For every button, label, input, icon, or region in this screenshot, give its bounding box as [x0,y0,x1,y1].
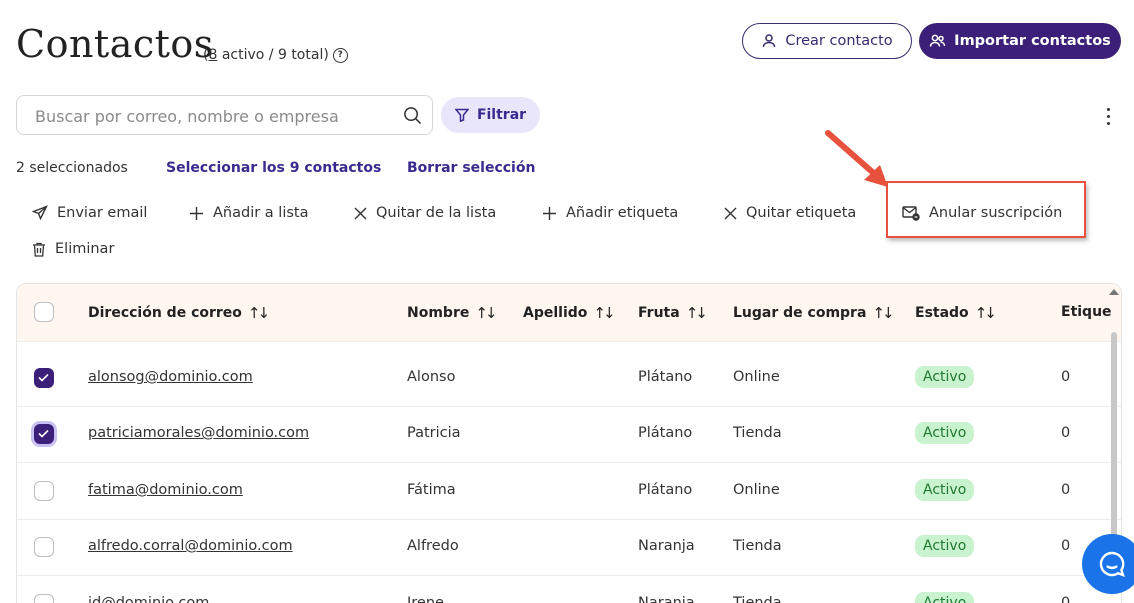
row-checkbox[interactable] [34,594,54,603]
page-title: Contactos [16,22,214,66]
search-box [16,95,433,136]
column-nombre[interactable]: Nombre ↑↓ [407,304,498,322]
remove-from-list-action[interactable]: Quitar de la lista [354,205,496,221]
nombre-cell: Patricia [407,425,461,441]
table-row[interactable]: id@dominio.com Irene Naranja Tienda 0 Activo [17,576,1121,603]
send-icon [32,205,48,221]
scroll-thumb[interactable] [1111,332,1117,552]
sort-icon[interactable]: ↑↓ [872,304,894,322]
filter-button[interactable]: Filtrar [441,97,540,133]
table-row[interactable]: fatima@dominio.com Fátima Plátano Online 0 Ac… [17,463,1121,520]
import-contacts-button[interactable]: Importar contactos [919,23,1121,59]
x-icon [724,207,737,219]
status-badge: Activo [915,422,975,444]
email-link[interactable]: alonsog@dominio.com [88,369,253,385]
lugar-cell: Online [733,482,780,498]
column-estado[interactable]: Estado ↑↓ [915,304,997,322]
users-icon [929,34,946,47]
nombre-cell: Alfredo [407,538,459,554]
column-etiquetas[interactable]: Etique [1061,304,1112,320]
column-email[interactable]: Dirección de correo ↑↓ [88,304,270,322]
table-row[interactable]: alfredo.corral@dominio.com Alfredo Naranja… [17,519,1121,576]
nombre-cell: Irene [407,595,444,603]
fruta-cell: Plátano [638,482,693,498]
search-input[interactable] [33,96,397,136]
contacts-table: Dirección de correo ↑↓ Nombre ↑↓ Apellido ↑… [16,283,1122,603]
row-checkbox[interactable] [34,481,54,501]
table-row[interactable]: patriciamorales@dominio.com Patricia Pláta… [17,406,1121,463]
annotation-arrow-icon [825,130,888,187]
nombre-cell: Alonso [407,369,456,385]
row-checkbox[interactable] [34,368,54,388]
trash-icon [33,242,45,257]
sort-icon[interactable]: ↑↓ [686,304,708,322]
email-link[interactable]: id@dominio.com [88,595,209,603]
sort-icon[interactable]: ↑↓ [475,304,497,322]
contact-count: (8 activo / 9 total) ? [203,47,348,63]
scroll-up-icon[interactable] [1109,289,1119,295]
filter-icon [454,108,469,122]
fruta-cell: Naranja [638,595,695,603]
check-icon [38,429,49,438]
column-lugar[interactable]: Lugar de compra ↑↓ [733,304,895,322]
status-badge: Activo [915,479,975,501]
status-badge: Activo [915,366,975,388]
status-badge: Activo [915,592,975,603]
select-all-checkbox[interactable] [34,302,54,322]
x-icon [354,207,367,219]
status-badge: Activo [915,535,975,557]
nombre-cell: Fátima [407,482,456,498]
plus-icon [190,206,203,220]
row-checkbox[interactable] [34,537,54,557]
select-all-link[interactable]: Seleccionar los 9 contactos [166,160,381,176]
selection-count: 2 seleccionados [16,160,128,176]
sort-icon[interactable]: ↑↓ [248,304,270,322]
lugar-cell: Online [733,369,780,385]
etiquetas-cell: 0 [1061,425,1071,441]
sort-icon[interactable]: ↑↓ [593,304,615,322]
etiquetas-cell: 0 [1061,538,1071,554]
help-icon[interactable]: ? [332,47,348,63]
more-options-icon[interactable] [1100,108,1116,130]
add-to-list-action[interactable]: Añadir a lista [189,205,308,221]
chat-bubble-icon [1099,551,1125,577]
fruta-cell: Plátano [638,369,693,385]
create-contact-button[interactable]: Crear contacto [742,23,912,59]
etiquetas-cell: 0 [1061,595,1071,603]
row-checkbox[interactable] [34,424,54,444]
chat-support-button[interactable] [1082,534,1134,594]
email-link[interactable]: fatima@dominio.com [88,482,243,498]
add-tag-action[interactable]: Añadir etiqueta [542,205,678,221]
search-icon[interactable] [403,106,422,129]
etiquetas-cell: 0 [1061,482,1071,498]
column-fruta[interactable]: Fruta ↑↓ [638,304,708,322]
plus-icon [543,206,556,220]
clear-selection-link[interactable]: Borrar selección [407,160,535,176]
email-link[interactable]: alfredo.corral@dominio.com [88,538,293,554]
lugar-cell: Tienda [733,538,782,554]
column-apellido[interactable]: Apellido ↑↓ [523,304,616,322]
email-link[interactable]: patriciamorales@dominio.com [88,425,309,441]
remove-tag-action[interactable]: Quitar etiqueta [724,205,856,221]
sort-icon[interactable]: ↑↓ [975,304,997,322]
delete-action[interactable]: Eliminar [32,241,114,257]
annotation-highlight-box [886,181,1086,238]
user-icon [763,34,776,48]
table-header: Dirección de correo ↑↓ Nombre ↑↓ Apellido ↑… [17,284,1121,342]
etiquetas-cell: 0 [1061,369,1071,385]
lugar-cell: Tienda [733,595,782,603]
fruta-cell: Naranja [638,538,695,554]
send-email-action[interactable]: Enviar email [32,205,147,221]
lugar-cell: Tienda [733,425,782,441]
check-icon [38,373,49,382]
table-row[interactable]: alonsog@dominio.com Alonso Plátano Online 0 A… [17,350,1121,407]
fruta-cell: Plátano [638,425,693,441]
